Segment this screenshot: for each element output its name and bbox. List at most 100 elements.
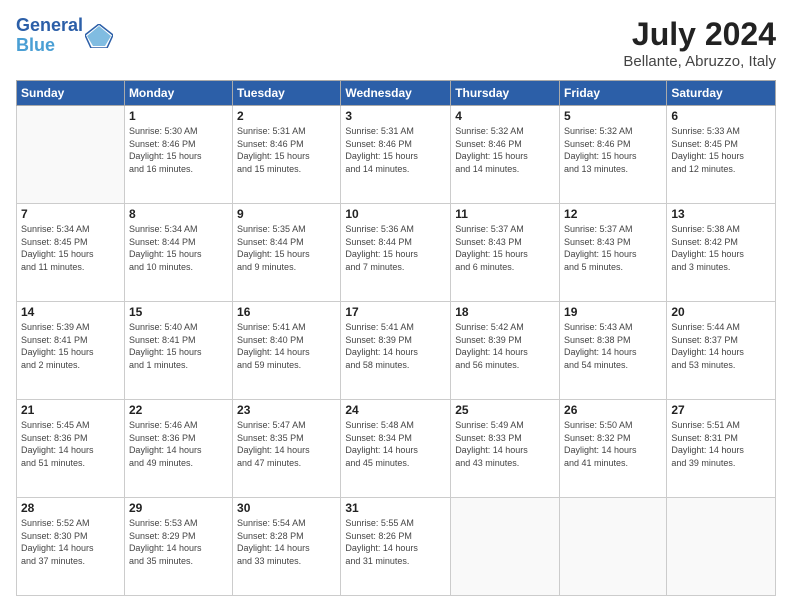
day-number: 26 [564,403,662,417]
calendar-week-2: 14Sunrise: 5:39 AMSunset: 8:41 PMDayligh… [17,302,776,400]
day-info: Sunrise: 5:38 AMSunset: 8:42 PMDaylight:… [671,223,771,273]
calendar-cell: 3 Sunrise: 5:31 AMSunset: 8:46 PMDaylight… [341,106,451,204]
calendar-cell: 11 Sunrise: 5:37 AMSunset: 8:43 PMDayligh… [451,204,560,302]
calendar-cell: 24 Sunrise: 5:48 AMSunset: 8:34 PMDayligh… [341,400,451,498]
page: GeneralBlue July 2024 Bellante, Abruzzo,… [0,0,792,612]
day-number: 9 [237,207,336,221]
day-info: Sunrise: 5:43 AMSunset: 8:38 PMDaylight:… [564,321,662,371]
day-number: 28 [21,501,120,515]
day-number: 20 [671,305,771,319]
calendar-cell: 22 Sunrise: 5:46 AMSunset: 8:36 PMDayligh… [124,400,232,498]
day-number: 3 [345,109,446,123]
day-number: 12 [564,207,662,221]
calendar-week-0: 1Sunrise: 5:30 AMSunset: 8:46 PMDaylight… [17,106,776,204]
calendar-cell: 25 Sunrise: 5:49 AMSunset: 8:33 PMDayligh… [451,400,560,498]
calendar-cell [560,498,667,596]
calendar-cell: 8 Sunrise: 5:34 AMSunset: 8:44 PMDaylight… [124,204,232,302]
day-number: 13 [671,207,771,221]
weekday-header-thursday: Thursday [451,81,560,106]
day-info: Sunrise: 5:35 AMSunset: 8:44 PMDaylight:… [237,223,336,273]
day-info: Sunrise: 5:36 AMSunset: 8:44 PMDaylight:… [345,223,446,273]
day-number: 24 [345,403,446,417]
day-info: Sunrise: 5:37 AMSunset: 8:43 PMDaylight:… [455,223,555,273]
weekday-header-monday: Monday [124,81,232,106]
calendar-cell: 26 Sunrise: 5:50 AMSunset: 8:32 PMDayligh… [560,400,667,498]
day-number: 22 [129,403,228,417]
calendar-cell: 21 Sunrise: 5:45 AMSunset: 8:36 PMDayligh… [17,400,125,498]
day-number: 14 [21,305,120,319]
day-number: 25 [455,403,555,417]
day-info: Sunrise: 5:54 AMSunset: 8:28 PMDaylight:… [237,517,336,567]
day-number: 23 [237,403,336,417]
day-info: Sunrise: 5:32 AMSunset: 8:46 PMDaylight:… [564,125,662,175]
header: GeneralBlue July 2024 Bellante, Abruzzo,… [16,16,776,70]
day-info: Sunrise: 5:31 AMSunset: 8:46 PMDaylight:… [345,125,446,175]
calendar-cell: 27 Sunrise: 5:51 AMSunset: 8:31 PMDayligh… [667,400,776,498]
calendar-cell: 1Sunrise: 5:30 AMSunset: 8:46 PMDaylight… [124,106,232,204]
day-info: Sunrise: 5:50 AMSunset: 8:32 PMDaylight:… [564,419,662,469]
day-info: Sunrise: 5:42 AMSunset: 8:39 PMDaylight:… [455,321,555,371]
day-info: Sunrise: 5:51 AMSunset: 8:31 PMDaylight:… [671,419,771,469]
day-info: Sunrise: 5:52 AMSunset: 8:30 PMDaylight:… [21,517,120,567]
calendar-header-row: SundayMondayTuesdayWednesdayThursdayFrid… [17,81,776,106]
day-info: Sunrise: 5:32 AMSunset: 8:46 PMDaylight:… [455,125,555,175]
calendar-cell: 5 Sunrise: 5:32 AMSunset: 8:46 PMDaylight… [560,106,667,204]
calendar-cell: 23 Sunrise: 5:47 AMSunset: 8:35 PMDayligh… [233,400,341,498]
calendar-cell: 31Sunrise: 5:55 AMSunset: 8:26 PMDayligh… [341,498,451,596]
calendar-cell: 4 Sunrise: 5:32 AMSunset: 8:46 PMDaylight… [451,106,560,204]
day-info: Sunrise: 5:49 AMSunset: 8:33 PMDaylight:… [455,419,555,469]
day-info: Sunrise: 5:37 AMSunset: 8:43 PMDaylight:… [564,223,662,273]
day-number: 4 [455,109,555,123]
calendar-cell: 10Sunrise: 5:36 AMSunset: 8:44 PMDayligh… [341,204,451,302]
calendar-cell: 6Sunrise: 5:33 AMSunset: 8:45 PMDaylight… [667,106,776,204]
logo: GeneralBlue [16,16,113,56]
calendar-cell: 18Sunrise: 5:42 AMSunset: 8:39 PMDayligh… [451,302,560,400]
day-number: 30 [237,501,336,515]
weekday-header-friday: Friday [560,81,667,106]
logo-text: GeneralBlue [16,16,83,56]
weekday-header-sunday: Sunday [17,81,125,106]
calendar-cell: 19 Sunrise: 5:43 AMSunset: 8:38 PMDayligh… [560,302,667,400]
day-number: 8 [129,207,228,221]
calendar-cell: 9 Sunrise: 5:35 AMSunset: 8:44 PMDaylight… [233,204,341,302]
calendar-cell: 30 Sunrise: 5:54 AMSunset: 8:28 PMDayligh… [233,498,341,596]
day-number: 2 [237,109,336,123]
day-info: Sunrise: 5:44 AMSunset: 8:37 PMDaylight:… [671,321,771,371]
day-number: 21 [21,403,120,417]
day-info: Sunrise: 5:45 AMSunset: 8:36 PMDaylight:… [21,419,120,469]
calendar-cell: 20 Sunrise: 5:44 AMSunset: 8:37 PMDayligh… [667,302,776,400]
logo-icon [85,24,113,48]
calendar-cell: 14Sunrise: 5:39 AMSunset: 8:41 PMDayligh… [17,302,125,400]
day-number: 31 [345,501,446,515]
day-info: Sunrise: 5:41 AMSunset: 8:39 PMDaylight:… [345,321,446,371]
day-info: Sunrise: 5:34 AMSunset: 8:44 PMDaylight:… [129,223,228,273]
day-number: 11 [455,207,555,221]
calendar-cell: 13 Sunrise: 5:38 AMSunset: 8:42 PMDayligh… [667,204,776,302]
day-info: Sunrise: 5:47 AMSunset: 8:35 PMDaylight:… [237,419,336,469]
logo-blue: Blue [16,35,55,55]
main-title: July 2024 [623,16,776,53]
day-number: 19 [564,305,662,319]
calendar-week-4: 28 Sunrise: 5:52 AMSunset: 8:30 PMDayligh… [17,498,776,596]
calendar-table: SundayMondayTuesdayWednesdayThursdayFrid… [16,80,776,596]
day-info: Sunrise: 5:53 AMSunset: 8:29 PMDaylight:… [129,517,228,567]
subtitle: Bellante, Abruzzo, Italy [623,53,776,70]
day-info: Sunrise: 5:33 AMSunset: 8:45 PMDaylight:… [671,125,771,175]
weekday-header-saturday: Saturday [667,81,776,106]
day-info: Sunrise: 5:41 AMSunset: 8:40 PMDaylight:… [237,321,336,371]
day-info: Sunrise: 5:46 AMSunset: 8:36 PMDaylight:… [129,419,228,469]
calendar-cell: 2Sunrise: 5:31 AMSunset: 8:46 PMDaylight… [233,106,341,204]
day-number: 27 [671,403,771,417]
calendar-cell: 7Sunrise: 5:34 AMSunset: 8:45 PMDaylight… [17,204,125,302]
day-info: Sunrise: 5:48 AMSunset: 8:34 PMDaylight:… [345,419,446,469]
day-number: 15 [129,305,228,319]
weekday-header-wednesday: Wednesday [341,81,451,106]
day-number: 17 [345,305,446,319]
day-number: 16 [237,305,336,319]
day-number: 1 [129,109,228,123]
day-number: 7 [21,207,120,221]
day-number: 5 [564,109,662,123]
calendar-cell [17,106,125,204]
calendar-cell: 12 Sunrise: 5:37 AMSunset: 8:43 PMDayligh… [560,204,667,302]
calendar-week-3: 21 Sunrise: 5:45 AMSunset: 8:36 PMDayligh… [17,400,776,498]
